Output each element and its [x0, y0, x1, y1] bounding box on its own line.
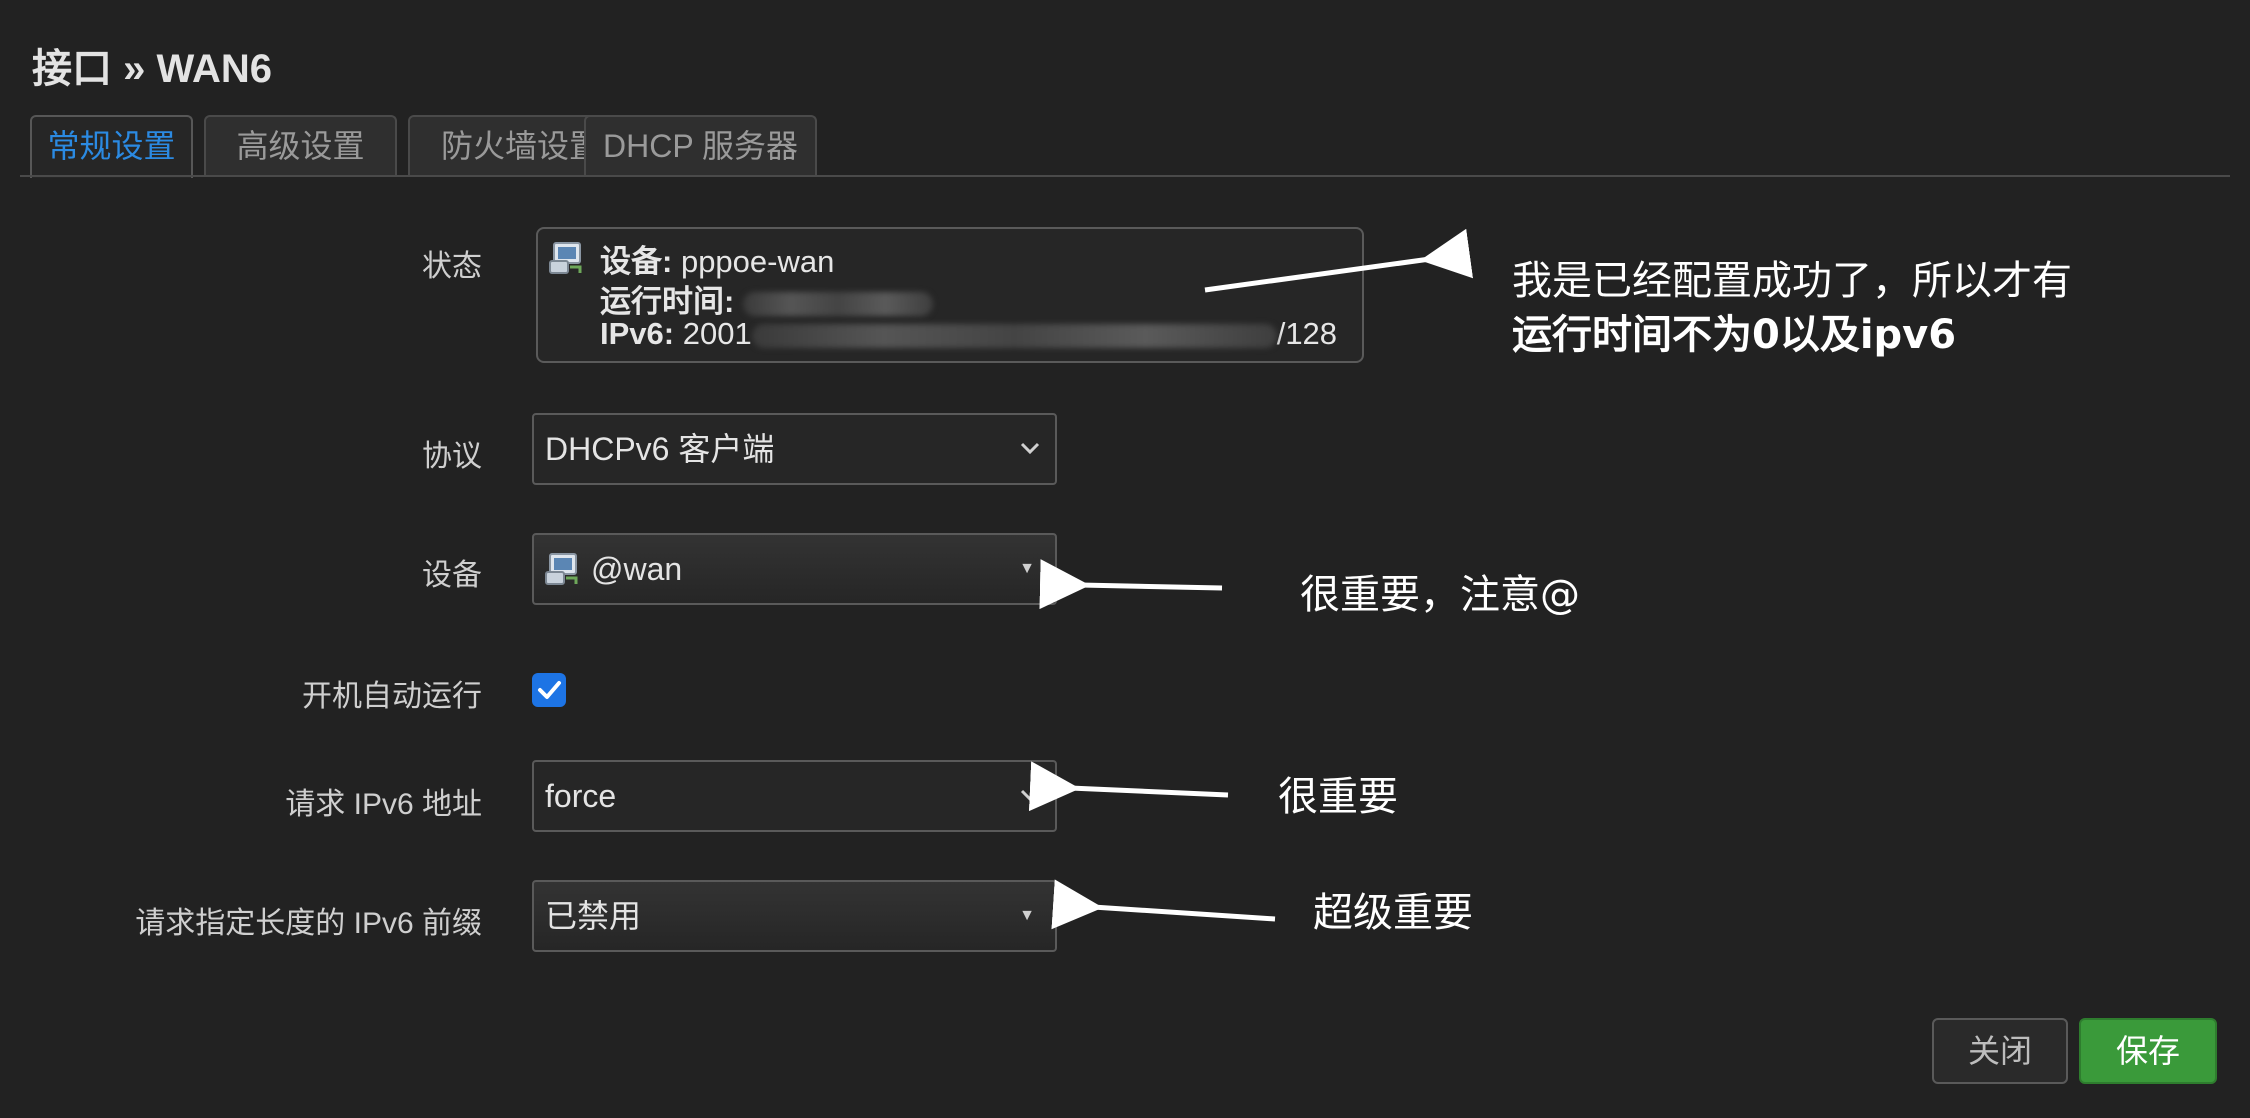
request-note: 很重要 [1278, 774, 1398, 820]
prefix-note: 超级重要 [1313, 890, 1473, 936]
device-note: 很重要，注意@ [1300, 572, 1580, 618]
device-arrow [1039, 559, 1223, 610]
save-button[interactable]: 保存 [2079, 1018, 2217, 1084]
request-arrow [1028, 761, 1229, 812]
close-button[interactable]: 关闭 [1932, 1018, 2068, 1084]
status-arrow [1204, 228, 1474, 293]
annotation-arrows [1028, 228, 1474, 930]
prefix-arrow [1051, 879, 1276, 930]
status-note-line2: 运行时间不为0以及ipv6 [1512, 312, 1957, 358]
status-note-line1: 我是已经配置成功了，所以才有 [1512, 258, 2072, 304]
